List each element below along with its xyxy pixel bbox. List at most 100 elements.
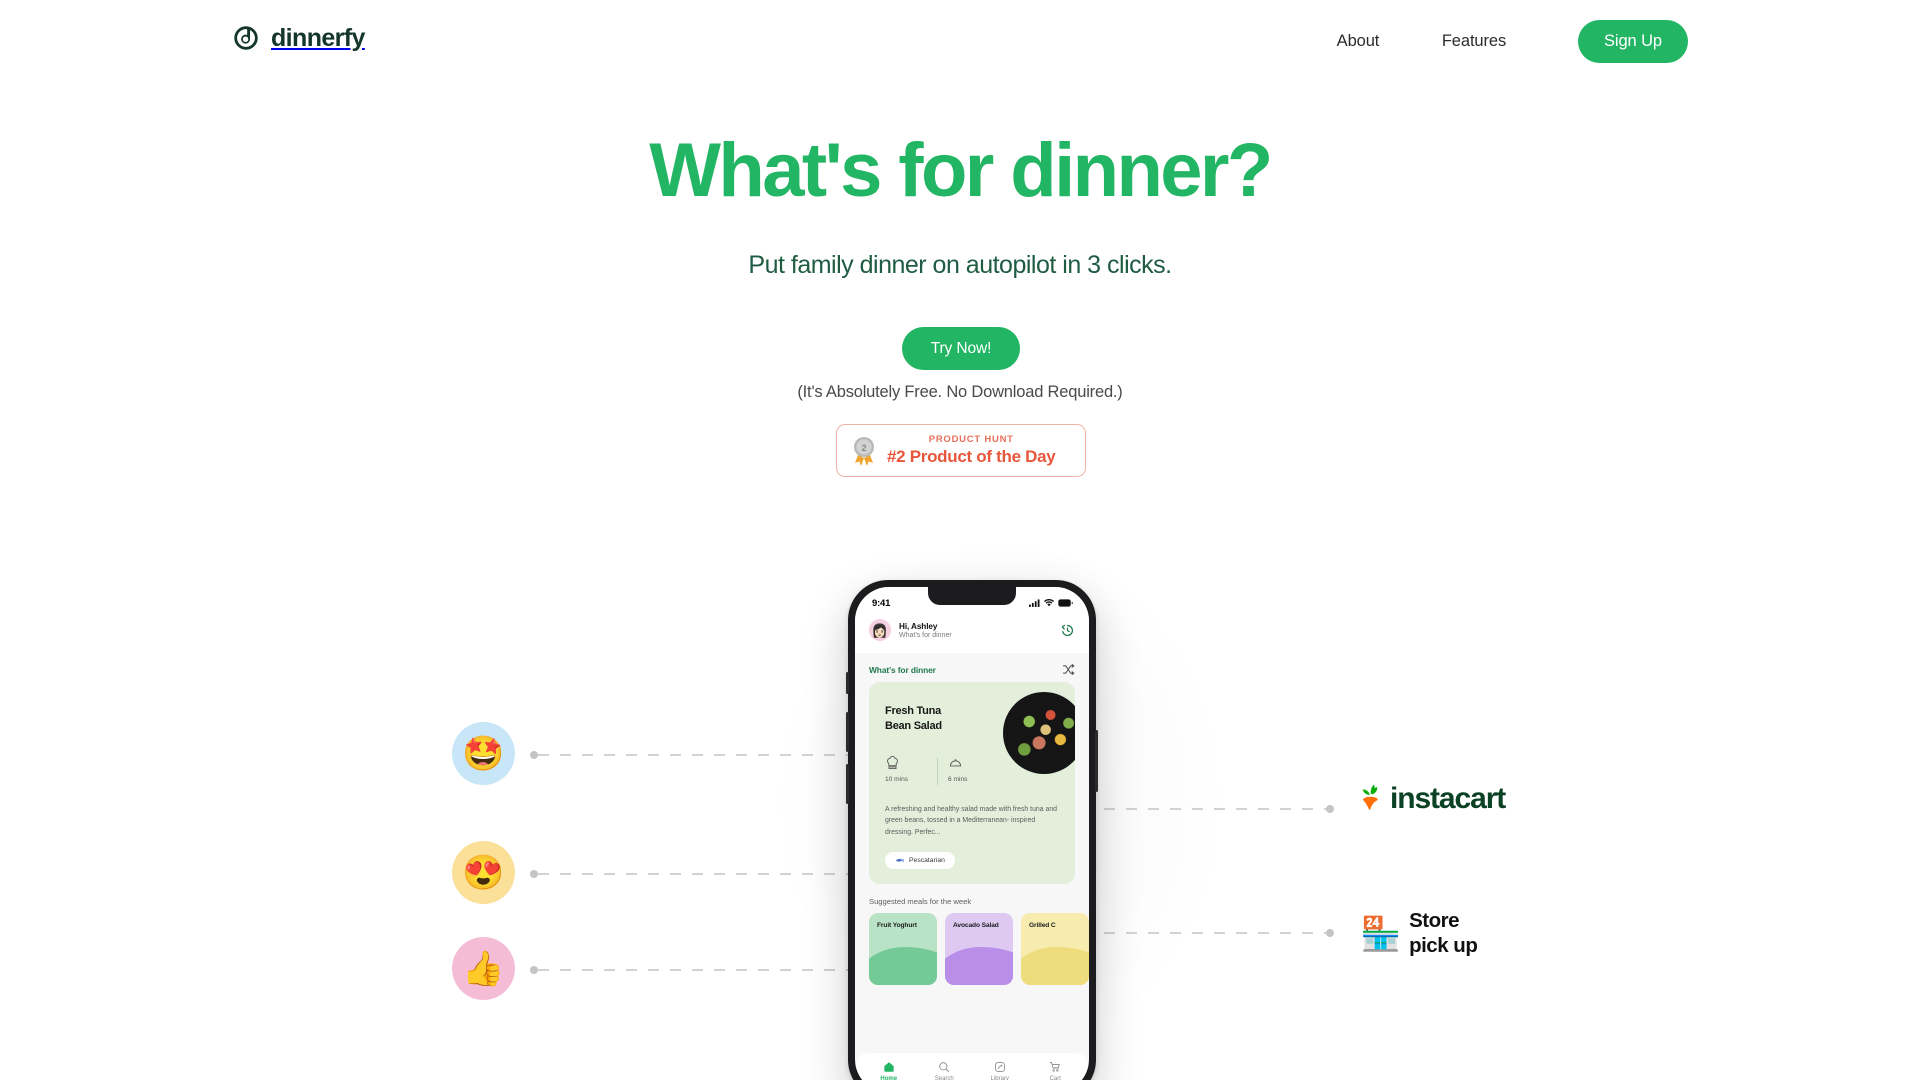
tab-library-label: Library bbox=[990, 1075, 1009, 1080]
suggested-card[interactable]: Grilled C bbox=[1021, 913, 1089, 985]
connector-right-1 bbox=[1104, 805, 1334, 813]
meal-stats: 10 mins 6 mins bbox=[885, 756, 1000, 785]
home-icon bbox=[884, 1061, 894, 1072]
section-title: What's for dinner bbox=[869, 664, 936, 675]
try-now-button[interactable]: Try Now! bbox=[902, 327, 1020, 370]
suggested-title: Suggested meals for the week bbox=[869, 897, 972, 906]
app-greeting: Hi, Ashley What's for dinner bbox=[899, 622, 1052, 639]
avatar-star-eyes: 🤩 bbox=[452, 722, 515, 785]
carrot-icon bbox=[1362, 784, 1378, 810]
chef-hat-icon bbox=[887, 756, 898, 769]
serving-dome-icon bbox=[949, 759, 962, 767]
product-hunt-title: #2 Product of the Day bbox=[887, 447, 1056, 466]
shuffle-icon[interactable] bbox=[1062, 663, 1075, 676]
meal-tag-label: Pescatarian bbox=[909, 857, 945, 864]
suggested-card-name: Avocado Salad bbox=[953, 922, 999, 929]
meal-name-line2: Bean Salad bbox=[885, 720, 942, 733]
connector-dot bbox=[1326, 805, 1334, 813]
section-header: What's for dinner bbox=[855, 653, 1089, 682]
history-icon[interactable] bbox=[1060, 623, 1075, 638]
connector-dot bbox=[530, 751, 538, 759]
connector-left-1 bbox=[530, 751, 848, 759]
connector-dot bbox=[1326, 929, 1334, 937]
avatar-thumbs-up: 👍 bbox=[452, 937, 515, 1000]
tab-search[interactable]: Search bbox=[920, 1061, 968, 1080]
connector-left-2 bbox=[530, 870, 848, 878]
phone-screen: 9:41 👩🏻 Hi, Ashley What's for dinner Wha… bbox=[855, 587, 1089, 1080]
product-hunt-badge[interactable]: 2 PRODUCT HUNT #2 Product of the Day bbox=[836, 424, 1086, 477]
store-label-line1: Store bbox=[1409, 909, 1459, 932]
card-blob bbox=[1021, 947, 1089, 985]
meal-name-line1: Fresh Tuna bbox=[885, 705, 941, 717]
prep-time-label: 10 mins bbox=[885, 776, 909, 783]
phone-button-mute bbox=[846, 672, 849, 694]
tab-cart-label: Cart bbox=[1049, 1075, 1061, 1080]
page-title: What's for dinner? bbox=[649, 128, 1273, 213]
phone-button-volume-down bbox=[846, 764, 849, 804]
connector-dash bbox=[538, 754, 848, 756]
hero-subtitle: Put family dinner on autopilot in 3 clic… bbox=[748, 251, 1172, 279]
brand-logo[interactable]: dinnerfy bbox=[232, 24, 365, 52]
meal-name: Fresh Tuna Bean Salad bbox=[885, 704, 942, 734]
cart-icon bbox=[1050, 1061, 1060, 1072]
connector-dash bbox=[1104, 932, 1326, 934]
user-avatar[interactable]: 👩🏻 bbox=[869, 619, 891, 641]
brand-name: dinnerfy bbox=[271, 23, 365, 52]
tab-search-label: Search bbox=[934, 1075, 954, 1080]
tab-cart[interactable]: Cart bbox=[1031, 1061, 1079, 1080]
tab-home[interactable]: Home bbox=[865, 1061, 913, 1080]
phone-button-volume-up bbox=[846, 712, 849, 752]
suggested-meals-row: Fruit Yoghurt Avocado Salad Grilled C bbox=[855, 913, 1089, 985]
cellular-icon bbox=[1029, 599, 1040, 607]
connector-dot bbox=[530, 870, 538, 878]
status-time: 9:41 bbox=[872, 597, 891, 609]
meal-prep-time: 10 mins bbox=[885, 756, 937, 783]
stat-divider bbox=[937, 758, 938, 785]
product-hunt-kicker: PRODUCT HUNT bbox=[928, 434, 1014, 445]
instacart-logo bbox=[1360, 784, 1382, 814]
greeting-name: Hi, Ashley bbox=[899, 621, 938, 631]
battery-icon bbox=[1058, 599, 1073, 607]
store-label-line2: pick up bbox=[1409, 934, 1478, 957]
card-blob bbox=[869, 947, 937, 985]
partner-instacart: instacart bbox=[1360, 782, 1506, 815]
partner-instacart-label: instacart bbox=[1390, 782, 1506, 815]
connector-dash bbox=[1104, 808, 1326, 810]
partner-store-pickup-label: Store pick up bbox=[1409, 908, 1478, 958]
library-icon bbox=[994, 1061, 1005, 1072]
suggested-card-name: Grilled C bbox=[1029, 922, 1056, 929]
app-header: 👩🏻 Hi, Ashley What's for dinner bbox=[855, 613, 1089, 653]
site-header: dinnerfy About Features Sign Up bbox=[0, 0, 1920, 88]
storefront-icon: 🏪 bbox=[1360, 914, 1402, 952]
meal-tag: Pescatarian bbox=[885, 852, 955, 869]
connector-dash bbox=[538, 873, 848, 875]
wifi-icon bbox=[1044, 599, 1054, 607]
phone-button-power bbox=[1095, 730, 1098, 792]
suggested-card[interactable]: Fruit Yoghurt bbox=[869, 913, 937, 985]
connector-right-2 bbox=[1104, 929, 1334, 937]
connector-left-3 bbox=[530, 966, 848, 974]
sign-up-button[interactable]: Sign Up bbox=[1577, 20, 1688, 63]
main-nav: About Features Sign Up bbox=[1306, 20, 1688, 63]
card-blob bbox=[945, 947, 1013, 985]
medal-icon: 2 bbox=[854, 436, 874, 466]
dinnerfy-logo-icon bbox=[234, 26, 258, 50]
partner-store-pickup: 🏪 Store pick up bbox=[1360, 908, 1478, 958]
tab-home-label: Home bbox=[880, 1075, 898, 1080]
free-note: (It's Absolutely Free. No Download Requi… bbox=[797, 383, 1123, 401]
greeting-subtitle: What's for dinner bbox=[899, 631, 952, 639]
search-icon bbox=[939, 1061, 950, 1072]
tab-library[interactable]: Library bbox=[976, 1061, 1024, 1080]
meal-description: A refreshing and healthy salad made with… bbox=[885, 806, 1057, 836]
svg-text:2: 2 bbox=[861, 443, 866, 453]
nav-features[interactable]: Features bbox=[1410, 20, 1538, 63]
bottom-tab-bar: Home Search Library Cart bbox=[855, 1053, 1089, 1080]
suggested-card[interactable]: Avocado Salad bbox=[945, 913, 1013, 985]
nav-about[interactable]: About bbox=[1306, 20, 1410, 63]
phone-mockup: 9:41 👩🏻 Hi, Ashley What's for dinner Wha… bbox=[846, 580, 1098, 1080]
meal-cook-time: 6 mins bbox=[948, 756, 1000, 783]
suggested-card-name: Fruit Yoghurt bbox=[877, 922, 917, 929]
connector-dot bbox=[530, 966, 538, 974]
status-icons bbox=[1029, 599, 1073, 607]
meal-card[interactable]: Fresh Tuna Bean Salad 10 mins 6 mins A r… bbox=[869, 682, 1075, 884]
